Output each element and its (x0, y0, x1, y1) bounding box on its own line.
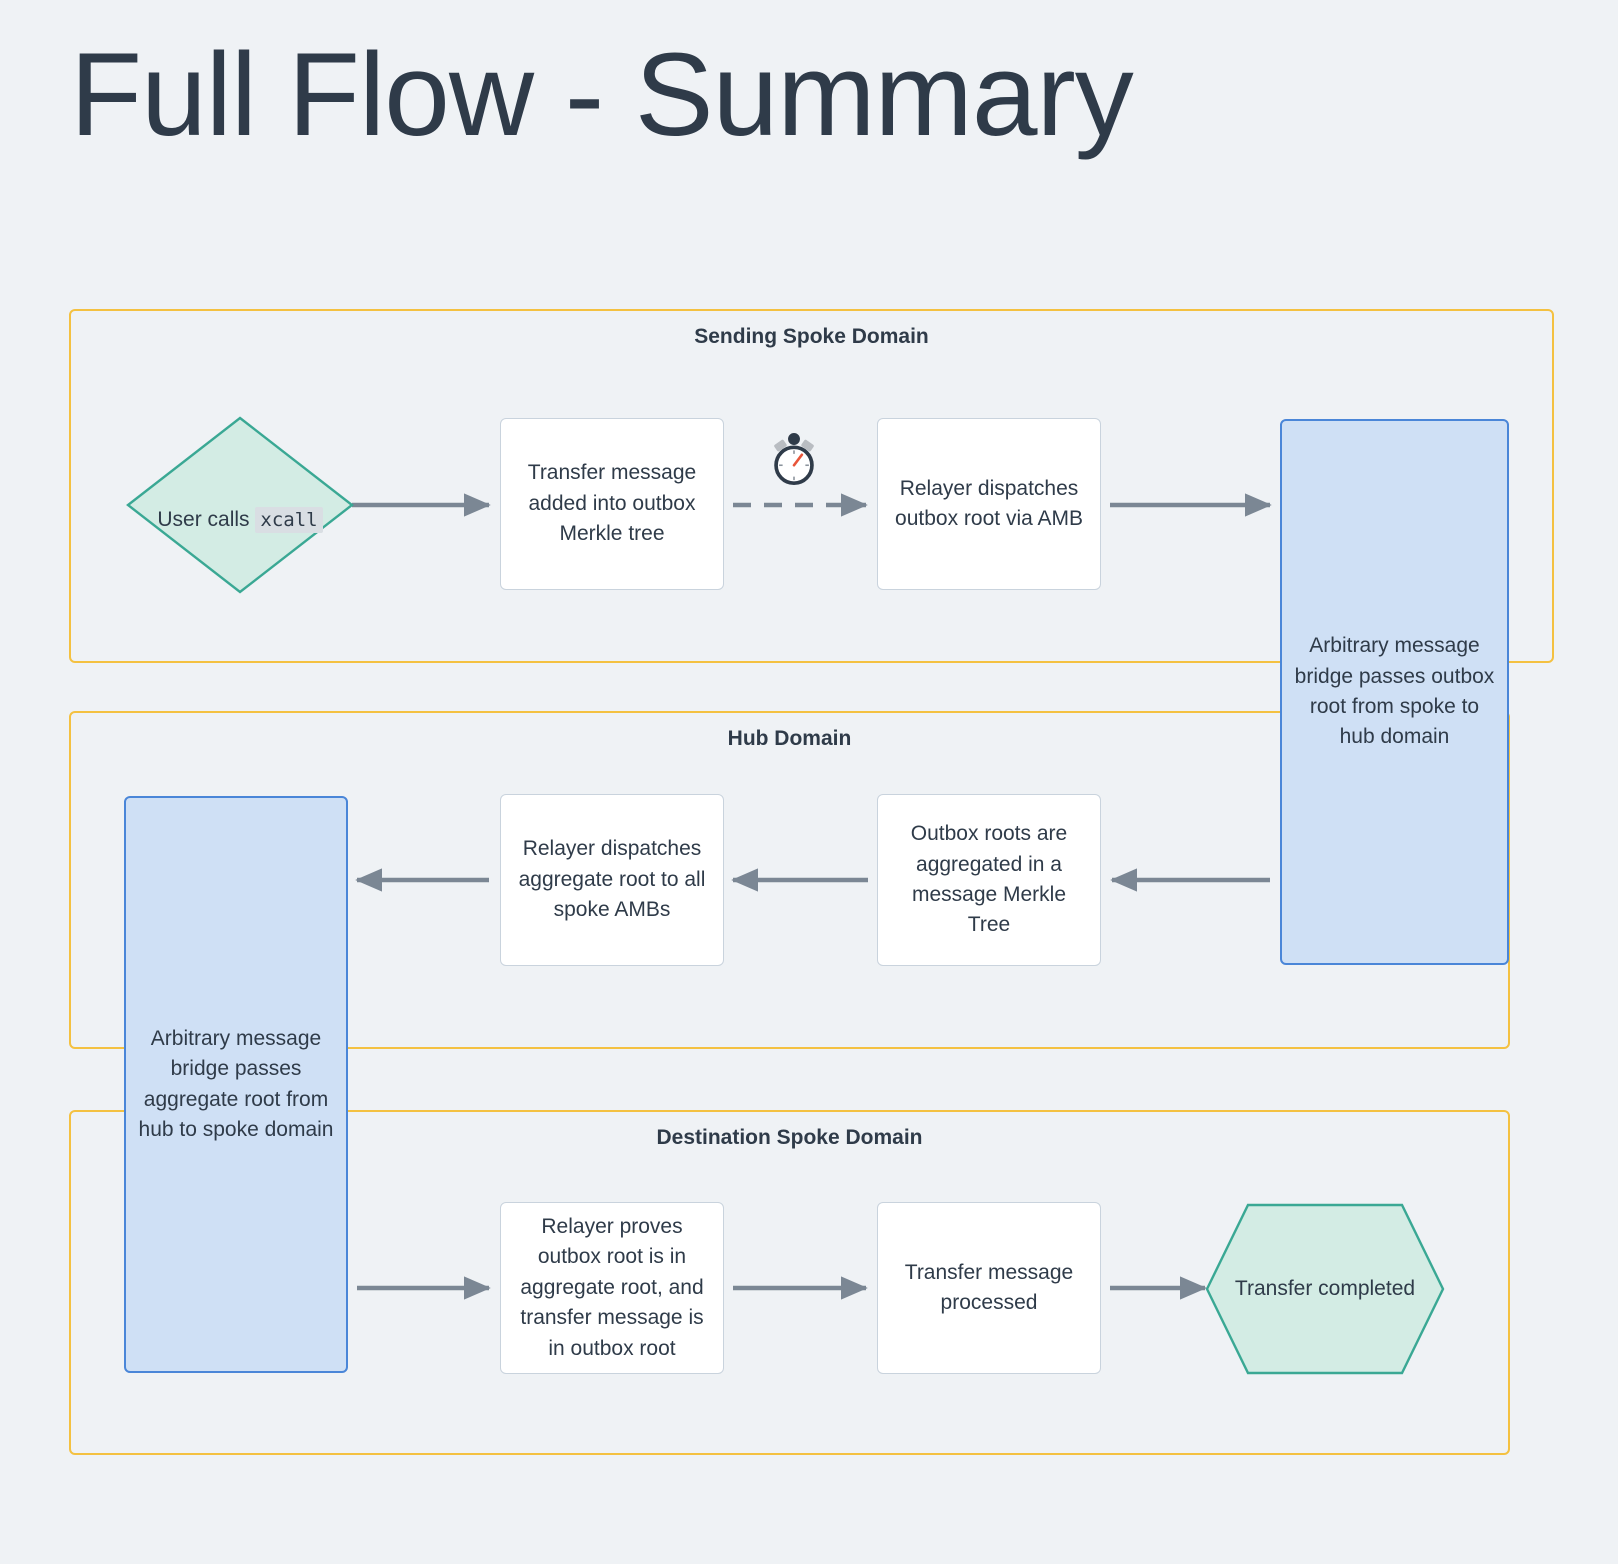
node-outbox-roots-aggregated[interactable]: Outbox roots are aggregated in a message… (877, 794, 1101, 966)
node-amb-spoke-to-hub[interactable]: Arbitrary message bridge passes outbox r… (1280, 419, 1509, 965)
node-label-relayer-dispatches-outbox: Relayer dispatches outbox root via AMB (895, 476, 1083, 530)
node-label-amb-hub-to-spoke: Arbitrary message bridge passes aggregat… (138, 1026, 334, 1141)
node-label-relayer-proves: Relayer proves outbox root is in aggrega… (520, 1214, 704, 1360)
node-outbox-merkle-tree[interactable]: Transfer message added into outbox Merkl… (500, 418, 724, 590)
page-title: Full Flow - Summary (70, 29, 1134, 161)
diagram-canvas: Full Flow - Summary Sending Spoke Domain… (0, 0, 1618, 1564)
xcall-code: xcall (255, 507, 323, 533)
node-label-transfer-completed: Transfer completed (1234, 1276, 1416, 1300)
user-calls-prefix: User calls (157, 508, 256, 531)
node-label-outbox-roots-aggregated: Outbox roots are aggregated in a message… (910, 822, 1068, 937)
node-user-calls-xcall[interactable]: User calls xcall (126, 416, 354, 594)
node-relayer-proves-roots[interactable]: Relayer proves outbox root is in aggrega… (500, 1202, 724, 1374)
node-label-outbox-merkle-tree: Transfer message added into outbox Merkl… (527, 461, 697, 546)
node-label-user-calls: User calls xcall (157, 475, 323, 536)
node-amb-hub-to-spoke[interactable]: Arbitrary message bridge passes aggregat… (124, 796, 348, 1373)
node-label-amb-spoke-to-hub: Arbitrary message bridge passes outbox r… (1294, 634, 1495, 749)
node-relayer-dispatches-outbox-root[interactable]: Relayer dispatches outbox root via AMB (877, 418, 1101, 590)
subgraph-title-sending: Sending Spoke Domain (694, 325, 929, 348)
stopwatch-icon (766, 432, 822, 488)
node-label-relayer-dispatches-aggregate: Relayer dispatches aggregate root to all… (518, 837, 706, 922)
node-label-transfer-message-processed: Transfer message processed (904, 1260, 1074, 1314)
node-transfer-completed[interactable]: Transfer completed (1205, 1203, 1445, 1375)
node-transfer-message-processed[interactable]: Transfer message processed (877, 1202, 1101, 1374)
node-relayer-dispatches-aggregate-root[interactable]: Relayer dispatches aggregate root to all… (500, 794, 724, 966)
